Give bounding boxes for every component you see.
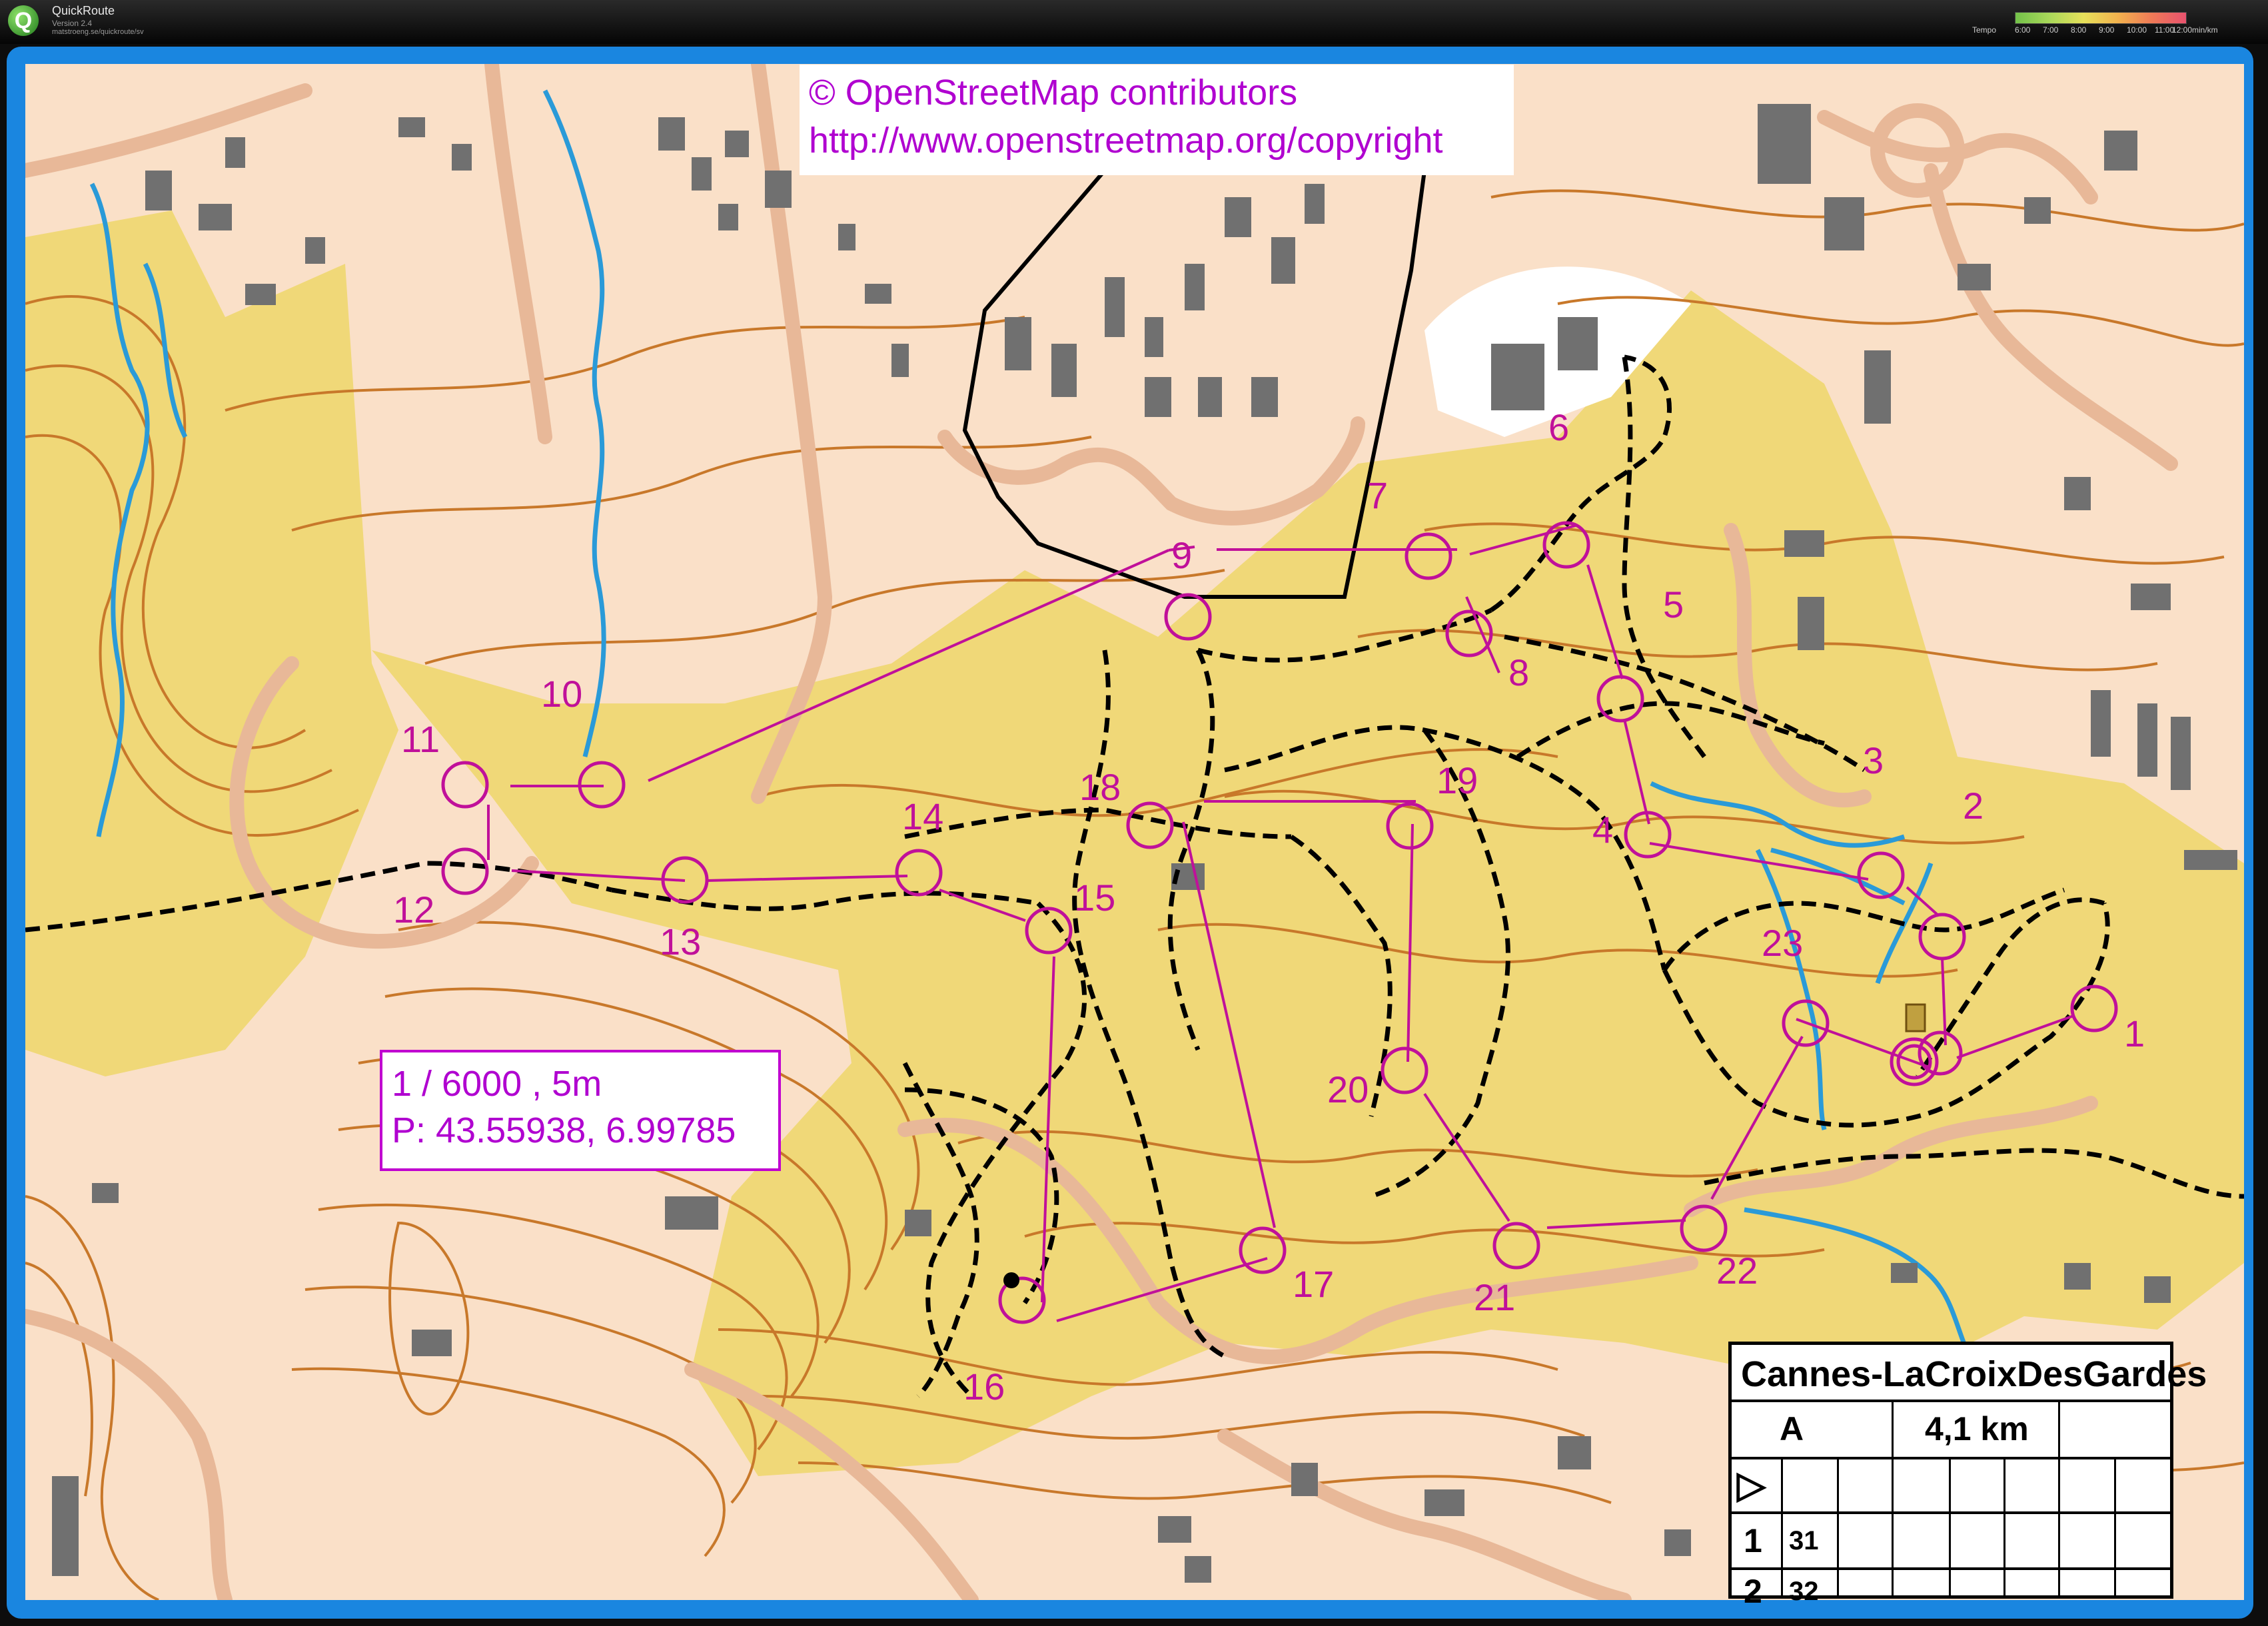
divider	[1837, 1457, 1839, 1597]
scale-text: 1 / 6000 , 5m	[392, 1064, 602, 1104]
control-label: 5	[1663, 584, 1684, 625]
divider	[1781, 1457, 1783, 1597]
control-label: 18	[1079, 766, 1121, 808]
map-attribution: © OpenStreetMap contributors http://www.…	[800, 65, 1514, 175]
tempo-color-bar	[2015, 12, 2187, 24]
control-label: 1	[2124, 1013, 2145, 1054]
course-name: A	[1780, 1410, 1804, 1447]
control-label: 6	[1548, 406, 1570, 448]
boulder-icon	[1003, 1272, 1019, 1288]
divider	[1949, 1457, 1951, 1597]
control-label: 22	[1716, 1250, 1758, 1292]
control-label: 21	[1474, 1276, 1516, 1318]
control-label: 15	[1074, 877, 1116, 919]
tempo-tick: 10:00	[2127, 25, 2147, 35]
tempo-tick: 9:00	[2099, 25, 2115, 35]
shelter-icon	[1905, 1003, 1926, 1032]
control-label: 4	[1592, 809, 1614, 851]
attribution-link[interactable]: http://www.openstreetmap.org/copyright	[809, 117, 1504, 165]
attribution-line: © OpenStreetMap contributors	[809, 73, 1298, 113]
control-code: 31	[1789, 1526, 1819, 1555]
app-logo-icon: Q	[8, 5, 39, 36]
scale-info-box: 1 / 6000 , 5m P: 43.55938, 6.99785	[380, 1050, 781, 1171]
control-label: 14	[902, 795, 944, 837]
tempo-unit: min/km	[2192, 25, 2218, 35]
tempo-label: Tempo	[1972, 25, 1997, 35]
tempo-tick: 11:00	[2155, 25, 2175, 35]
control-label: 11	[401, 718, 440, 760]
tempo-tick: 7:00	[2043, 25, 2059, 35]
control-label: 16	[963, 1366, 1005, 1408]
control-label: 12	[393, 889, 435, 931]
title-bar: Q QuickRoute Version 2.4 matstroeng.se/q…	[0, 0, 2268, 44]
control-label: 13	[660, 921, 702, 963]
app-version: Version 2.4	[52, 19, 93, 28]
divider	[2114, 1457, 2116, 1597]
control-label: 7	[1367, 474, 1389, 516]
divider	[2058, 1400, 2060, 1457]
control-label: 17	[1293, 1263, 1335, 1305]
divider	[2003, 1457, 2005, 1597]
control-label: 9	[1171, 534, 1193, 576]
control-description-sheet: Cannes-LaCroixDesGardes A 4,1 km ▷ 1 31 …	[1728, 1342, 2207, 1610]
app-url: matstroeng.se/quickroute/sv	[52, 28, 144, 36]
row-number: 1	[1744, 1522, 1762, 1559]
control-label: 20	[1327, 1068, 1369, 1110]
control-label: 19	[1436, 759, 1478, 801]
tempo-tick: 12:00	[2172, 25, 2193, 35]
course-length: 4,1 km	[1925, 1410, 2029, 1447]
divider	[1892, 1400, 1894, 1457]
position-text: P: 43.55938, 6.99785	[392, 1110, 736, 1150]
tempo-legend: Tempo 6:00 7:00 8:00 9:00 10:00 11:00 12…	[1972, 9, 2252, 36]
divider	[1892, 1457, 1894, 1597]
control-label: 23	[1762, 922, 1804, 964]
row-number: 2	[1744, 1573, 1762, 1610]
app-name: QuickRoute	[52, 4, 115, 17]
event-name: Cannes-LaCroixDesGardes	[1741, 1354, 2207, 1394]
divider	[1732, 1457, 2170, 1459]
control-label: 2	[1963, 785, 1984, 827]
control-label: 8	[1508, 651, 1530, 693]
control-code: 32	[1789, 1577, 1819, 1606]
control-label: 3	[1863, 739, 1884, 781]
tempo-tick: 6:00	[2015, 25, 2031, 35]
tempo-tick: 8:00	[2071, 25, 2087, 35]
control-label: 10	[541, 673, 583, 715]
divider	[2058, 1457, 2060, 1597]
start-triangle-icon: ▷	[1737, 1463, 1766, 1505]
